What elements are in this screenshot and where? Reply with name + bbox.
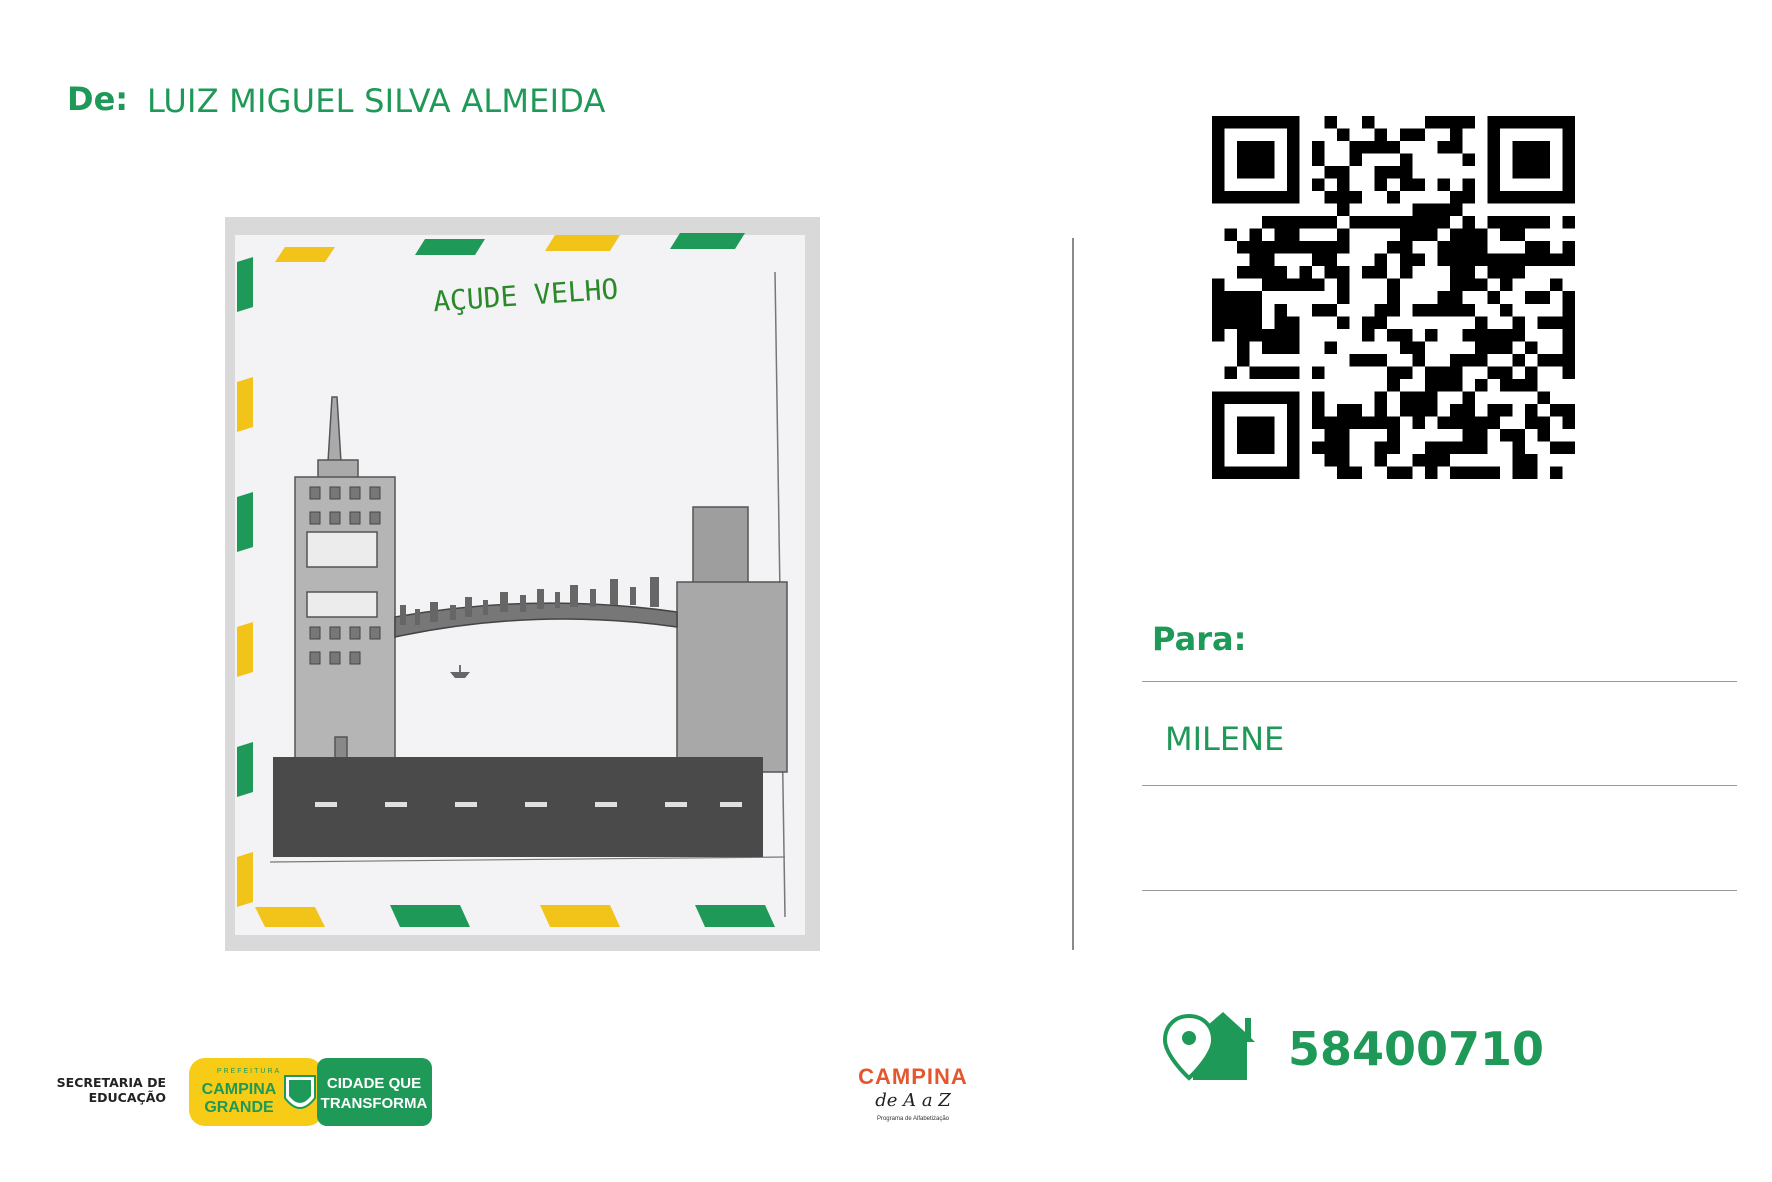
svg-text:PREFEITURA: PREFEITURA xyxy=(217,1068,281,1075)
svg-text:GRANDE: GRANDE xyxy=(204,1099,274,1116)
svg-text:Programa de Alfabetização: Programa de Alfabetização xyxy=(877,1116,950,1122)
svg-text:CIDADE QUE: CIDADE QUE xyxy=(327,1075,421,1092)
postcard-divider xyxy=(1072,238,1074,950)
svg-text:TRANSFORMA: TRANSFORMA xyxy=(321,1095,428,1112)
sender-name: LUIZ MIGUEL SILVA ALMEIDA xyxy=(147,82,606,120)
svg-text:CAMPINA: CAMPINA xyxy=(858,1064,968,1089)
street xyxy=(273,757,763,857)
recipient-name: MILENE xyxy=(1165,720,1285,758)
svg-text:CAMPINA: CAMPINA xyxy=(202,1081,277,1098)
cep-value: 58400710 xyxy=(1288,1022,1545,1076)
secretaria-label: SECRETARIA DE EDUCAÇÃO xyxy=(56,1075,166,1105)
from-label: De: xyxy=(67,80,129,118)
svg-text:de A a Z: de A a Z xyxy=(875,1090,951,1111)
address-line-1 xyxy=(1142,681,1737,682)
address-line-2 xyxy=(1142,785,1737,786)
campina-de-a-a-z-logo: CAMPINA de A a Z Programa de Alfabetizaç… xyxy=(858,1064,968,1122)
house-location-icon xyxy=(1163,1012,1255,1081)
address-line-3 xyxy=(1142,890,1737,891)
to-label: Para: xyxy=(1152,620,1247,658)
qr-code[interactable] xyxy=(1212,116,1575,479)
postcard-drawing: AÇUDE VELHO xyxy=(225,217,820,951)
prefeitura-campina-grande-logo: PREFEITURA CAMPINA GRANDE CIDADE QUE TRA… xyxy=(189,1058,432,1126)
